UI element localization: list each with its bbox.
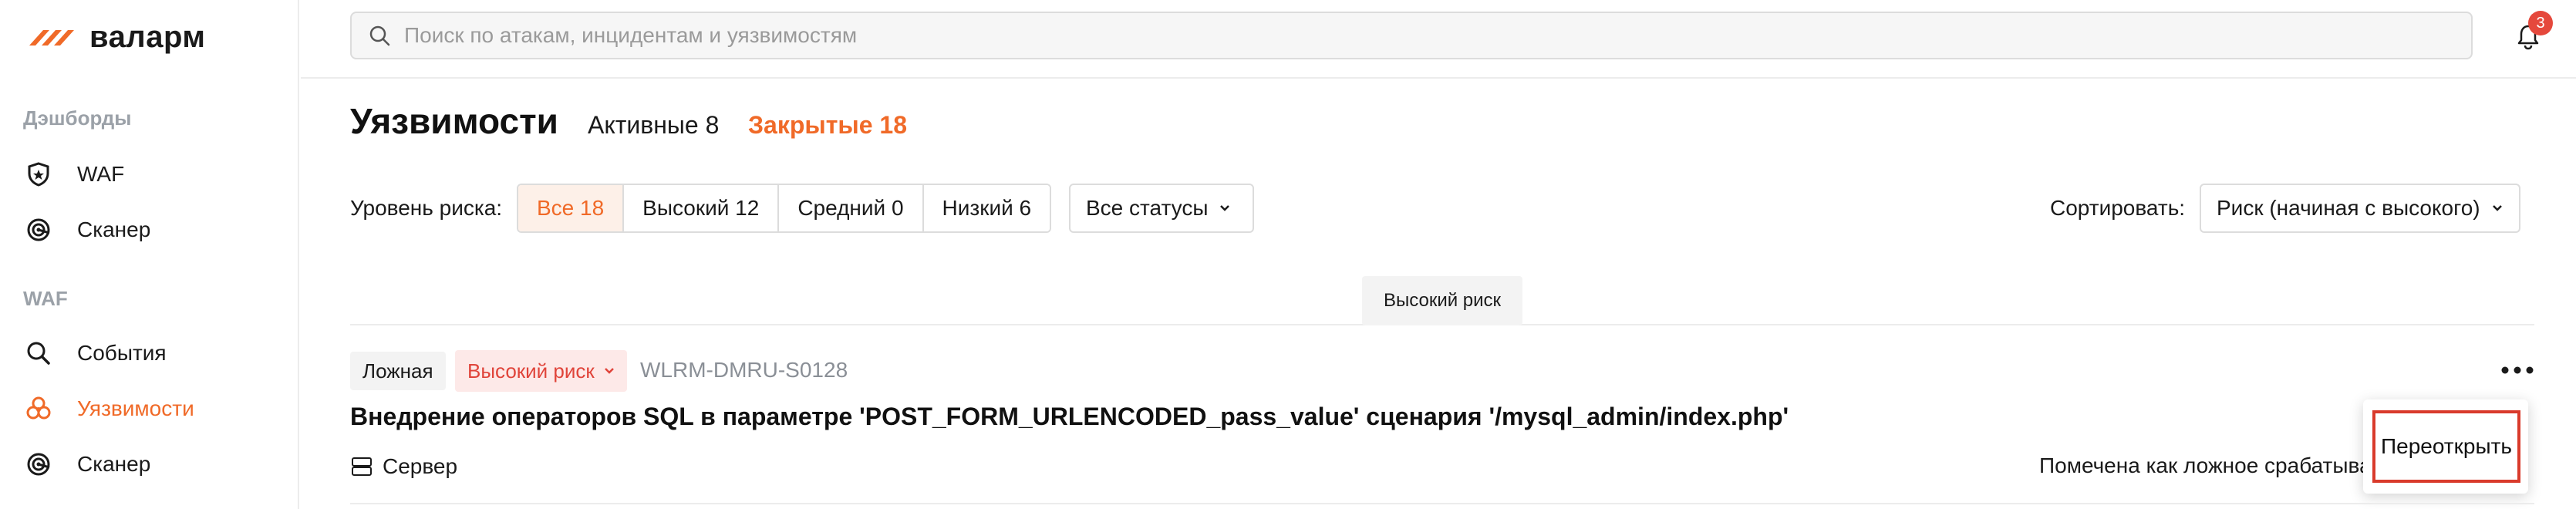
sidebar: валарм Дэшборды WAF Сканер WAF События У… [0, 0, 299, 509]
false-positive-tag: Ложная [350, 352, 446, 390]
target-label: Сервер [383, 454, 458, 478]
chevron-down-icon [604, 367, 615, 375]
risk-level-label: Уровень риска: [350, 196, 503, 220]
sidebar-item-label: События [77, 341, 167, 365]
nav-group-dashboards: Дэшборды [23, 106, 132, 130]
risk-filter-high[interactable]: Высокий 12 [624, 185, 780, 231]
sidebar-item-label: Уязвимости [77, 396, 194, 420]
wallarm-logo[interactable]: валарм [26, 20, 205, 55]
risk-level-dropdown[interactable]: Высокий риск [455, 350, 627, 392]
global-search[interactable] [350, 12, 2473, 59]
risk-level-filter: Все 18 Высокий 12 Средний 0 Низкий 6 [517, 184, 1052, 233]
shield-icon [23, 159, 54, 190]
scanner-icon [23, 214, 54, 245]
risk-level-value: Высокий риск [467, 359, 595, 383]
sidebar-item-label: Сканер [77, 452, 151, 476]
page-title: Уязвимости [350, 101, 558, 141]
vulnerability-target: Сервер [350, 453, 457, 480]
risk-filter-all[interactable]: Все 18 [518, 185, 625, 231]
vulnerability-title[interactable]: Внедрение операторов SQL в параметре 'PO… [350, 403, 1789, 431]
sort-label: Сортировать: [2050, 196, 2186, 220]
sidebar-item-vulnerabilities[interactable]: Уязвимости [23, 387, 278, 430]
sort-select-value: Риск (начиная с высокого) [2217, 196, 2480, 220]
more-horizontal-icon [2501, 366, 2534, 374]
sidebar-item-scanner-2[interactable]: Сканер [23, 443, 278, 486]
sort-select[interactable]: Риск (начиная с высокого) [2200, 184, 2520, 233]
chevron-down-icon [1219, 204, 1231, 213]
divider [350, 503, 2534, 504]
more-actions-button[interactable] [2496, 356, 2539, 384]
sidebar-item-label: WAF [77, 162, 125, 186]
top-bar: 3 [301, 0, 2576, 79]
search-icon [23, 338, 54, 369]
tab-closed[interactable]: Закрытые 18 [748, 111, 907, 140]
status-select-value: Все статусы [1086, 196, 1209, 220]
vulnerability-id[interactable]: WLRM-DMRU-S0128 [640, 358, 848, 383]
biohazard-icon [23, 393, 54, 424]
notifications-badge: 3 [2528, 11, 2553, 35]
server-icon [350, 453, 376, 480]
status-select[interactable]: Все статусы [1069, 184, 1254, 233]
nav-group-waf: WAF [23, 287, 68, 310]
risk-filter-medium[interactable]: Средний 0 [779, 185, 924, 231]
reopen-menu-item[interactable]: Переоткрыть [2372, 410, 2520, 483]
brand-name: валарм [89, 20, 206, 54]
search-input[interactable] [404, 23, 2409, 48]
vulnerability-status: Помечена как ложное срабатывание [2039, 453, 2371, 477]
tab-active[interactable]: Активные 8 [588, 111, 719, 140]
context-menu: Переоткрыть [2363, 399, 2528, 494]
sidebar-item-scanner[interactable]: Сканер [23, 208, 278, 251]
risk-group-header: Высокий риск [1362, 276, 1522, 325]
search-icon [367, 23, 392, 48]
sidebar-item-label: Сканер [77, 217, 151, 241]
scanner-icon [23, 449, 54, 480]
wallarm-logo-icon [29, 29, 74, 46]
chevron-down-icon [2491, 204, 2504, 213]
risk-filter-low[interactable]: Низкий 6 [923, 185, 1050, 231]
sidebar-item-events[interactable]: События [23, 332, 278, 375]
sidebar-item-waf[interactable]: WAF [23, 153, 278, 196]
